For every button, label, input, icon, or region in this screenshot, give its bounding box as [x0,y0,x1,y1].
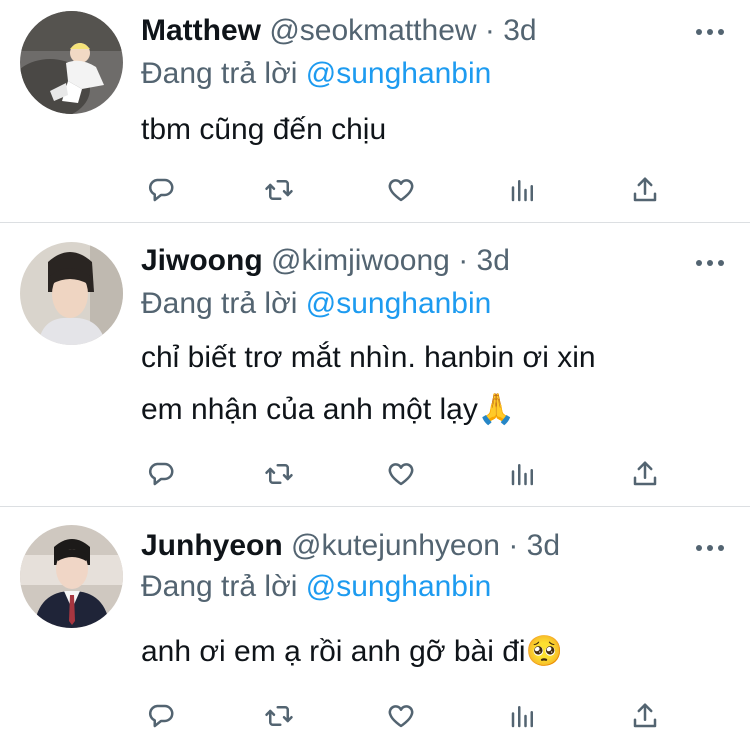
views-icon [511,464,533,486]
views-icon [511,706,533,728]
views-button[interactable] [503,696,543,736]
tweet-header: Jiwoong @kimjiwoong · 3d [141,244,510,278]
retweet-icon [265,180,293,200]
retweet-button[interactable] [259,696,299,736]
avatar-photo [20,11,123,114]
user-handle[interactable]: @kimjiwoong [271,244,450,277]
share-button[interactable] [625,170,665,210]
tweet-header: Junhyeon @kutejunhyeon · 3d [141,529,560,563]
avatar[interactable] [20,11,123,114]
heart-icon [388,463,414,486]
mention-link[interactable]: @sunghanbin [306,287,492,320]
retweet-icon [265,706,293,726]
action-bar [141,696,701,736]
separator: · [458,244,469,277]
tweet-1[interactable]: Matthew @seokmatthew · 3d Đang trả lời @… [0,0,750,222]
tweet-text-line: tbm cũng đến chịu [141,113,387,146]
display-name[interactable]: Jiwoong [141,244,263,277]
timestamp[interactable]: 3d [503,14,536,47]
views-icon [511,180,533,202]
mention-link[interactable]: @sunghanbin [306,57,492,90]
user-handle[interactable]: @kutejunhyeon [291,529,500,562]
tweet-3[interactable]: Junhyeon @kutejunhyeon · 3d Đang trả lời… [0,507,750,744]
reply-icon [148,178,174,202]
retweet-button[interactable] [259,170,299,210]
share-icon [633,177,657,202]
share-button[interactable] [625,696,665,736]
reply-button[interactable] [141,170,181,210]
replying-prefix: Đang trả lời [141,287,298,320]
tweet-2[interactable]: Jiwoong @kimjiwoong · 3d Đang trả lời @s… [0,223,750,506]
retweet-icon [265,464,293,484]
mention-link[interactable]: @sunghanbin [306,570,492,603]
tweet-text-line: anh ơi em ạ rồi anh gỡ bài đi🥺 [141,635,563,668]
tweet-text: chỉ biết trơ mắt nhìn. hanbin ơi xin em … [141,332,721,436]
avatar-photo [20,242,123,345]
tweet-text-line: em nhận của anh một lạy🙏 [141,393,516,426]
replying-to: Đang trả lời @sunghanbin [141,57,491,91]
share-icon [633,703,657,728]
display-name[interactable]: Junhyeon [141,529,283,562]
like-button[interactable] [381,454,421,494]
timestamp[interactable]: 3d [527,529,560,562]
action-bar [141,454,701,494]
tweet-header: Matthew @seokmatthew · 3d [141,14,537,48]
reply-icon [148,704,174,728]
tweet-text: anh ơi em ạ rồi anh gỡ bài đi🥺 [141,626,721,678]
reply-icon [148,462,174,486]
timestamp[interactable]: 3d [477,244,510,277]
views-button[interactable] [503,170,543,210]
heart-icon [388,705,414,728]
avatar[interactable] [20,525,123,628]
more-icon[interactable] [690,22,730,42]
avatar-photo [20,525,123,628]
replying-to: Đang trả lời @sunghanbin [141,570,491,604]
views-button[interactable] [503,454,543,494]
retweet-button[interactable] [259,454,299,494]
share-icon [633,461,657,486]
action-bar [141,170,701,210]
share-button[interactable] [625,454,665,494]
separator: · [484,14,495,47]
tweet-text: tbm cũng đến chịu [141,104,721,156]
display-name[interactable]: Matthew [141,14,261,47]
replying-prefix: Đang trả lời [141,570,298,603]
like-button[interactable] [381,170,421,210]
heart-icon [388,179,414,202]
replying-to: Đang trả lời @sunghanbin [141,287,491,321]
more-icon[interactable] [690,253,730,273]
like-button[interactable] [381,696,421,736]
avatar[interactable] [20,242,123,345]
reply-button[interactable] [141,454,181,494]
user-handle[interactable]: @seokmatthew [269,14,476,47]
reply-button[interactable] [141,696,181,736]
separator: · [508,529,519,562]
more-icon[interactable] [690,538,730,558]
tweet-text-line: chỉ biết trơ mắt nhìn. hanbin ơi xin [141,341,596,374]
replying-prefix: Đang trả lời [141,57,298,90]
